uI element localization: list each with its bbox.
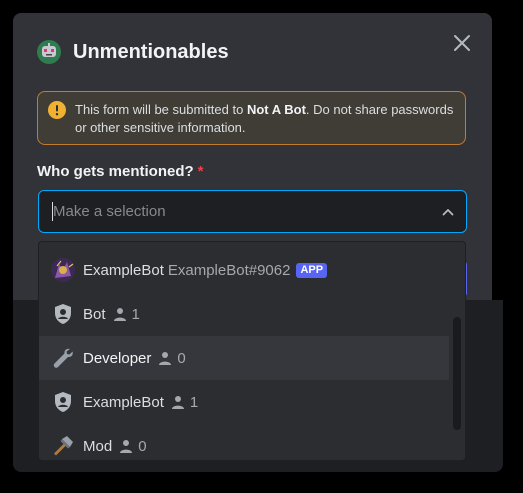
member-count: 1 <box>131 305 140 323</box>
option-name: ExampleBot <box>83 393 164 411</box>
option-name: Developer <box>83 349 152 367</box>
option-name: ExampleBot <box>83 261 164 279</box>
member-count-icon <box>159 352 172 365</box>
option-role-examplebot[interactable]: ExampleBot 1 <box>39 380 449 424</box>
options-list: ExampleBot ExampleBot#9062 APP Bot 1 Dev… <box>38 241 466 461</box>
option-role-mod[interactable]: Mod 0 <box>39 424 449 460</box>
member-count-icon <box>171 396 184 409</box>
close-icon[interactable] <box>450 31 474 55</box>
hammer-icon <box>54 436 73 456</box>
member-count: 1 <box>189 393 199 411</box>
notice-bot-name: Not A Bot <box>246 102 306 117</box>
warning-icon <box>48 101 66 119</box>
role-shield-icon <box>55 392 71 412</box>
notice-text: This form will be submitted to Not A Bot… <box>75 101 455 137</box>
modal-title: Unmentionables <box>73 40 229 63</box>
option-name: Bot <box>83 305 106 323</box>
wrench-icon <box>53 348 73 368</box>
option-name: Mod <box>83 437 113 455</box>
option-role-bot[interactable]: Bot 1 <box>39 292 449 336</box>
selection-dropdown[interactable]: Make a selection <box>38 190 467 233</box>
member-count: 0 <box>177 349 186 367</box>
option-examplebot-user[interactable]: ExampleBot ExampleBot#9062 APP <box>39 248 449 292</box>
chevron-up-icon <box>442 209 454 216</box>
member-count-icon <box>113 308 126 321</box>
field-label-text: Who gets mentioned? <box>37 163 194 180</box>
avatar-icon <box>51 258 75 282</box>
member-count: 0 <box>138 437 147 455</box>
modal-header: Unmentionables <box>37 40 229 64</box>
required-mark: * <box>197 163 204 180</box>
member-count-icon <box>120 440 133 453</box>
warning-notice: This form will be submitted to Not A Bot… <box>37 91 466 145</box>
scrollbar-thumb[interactable] <box>453 317 461 430</box>
app-badge: APP <box>296 262 328 278</box>
select-placeholder: Make a selection <box>53 203 166 220</box>
robot-icon <box>37 40 61 64</box>
field-label: Who gets mentioned? * <box>37 163 204 180</box>
option-role-developer[interactable]: Developer 0 <box>39 336 449 380</box>
notice-text-before: This form will be submitted to <box>75 102 247 117</box>
role-shield-icon <box>55 304 71 324</box>
option-username: ExampleBot#9062 <box>167 261 291 279</box>
